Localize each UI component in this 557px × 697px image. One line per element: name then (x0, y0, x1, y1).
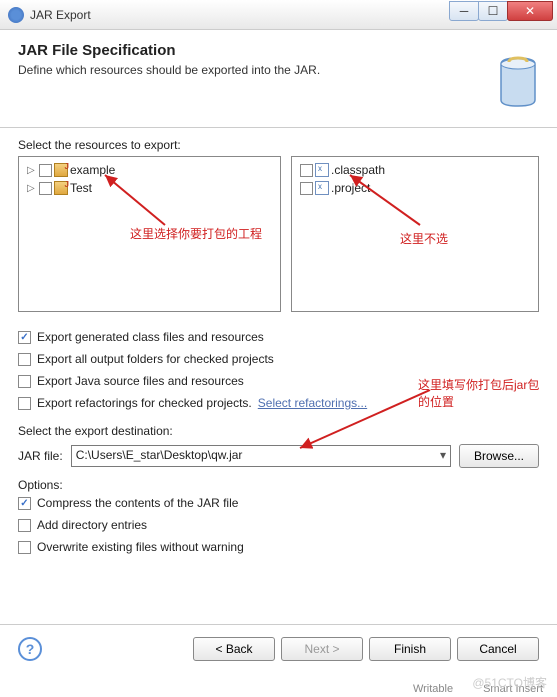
titlebar: JAR Export ─ ☐ ✕ (0, 0, 557, 30)
expand-icon[interactable]: ▷ (27, 165, 37, 176)
checkbox[interactable] (18, 375, 31, 388)
file-icon (315, 163, 329, 177)
export-opt-label: Export generated class files and resourc… (37, 330, 264, 344)
jar-file-input[interactable]: C:\Users\E_star\Desktop\qw.jar (71, 445, 451, 467)
list-item: .classpath (294, 161, 536, 179)
watermark: @51CTO博客 (472, 674, 547, 691)
checkbox[interactable] (18, 353, 31, 366)
header-panel: JAR File Specification Define which reso… (0, 30, 557, 128)
browse-button[interactable]: Browse... (459, 444, 539, 468)
checkbox[interactable] (39, 164, 52, 177)
expand-icon[interactable]: ▷ (27, 183, 37, 194)
checkbox[interactable] (18, 497, 31, 510)
tree-item: ▷ example (21, 161, 278, 179)
export-opt-label: Export refactorings for checked projects… (37, 396, 252, 410)
compress-opt-label: Compress the contents of the JAR file (37, 496, 238, 510)
file-icon (315, 181, 329, 195)
minimize-button[interactable]: ─ (449, 1, 479, 21)
checkbox[interactable] (18, 331, 31, 344)
project-icon (54, 181, 68, 195)
tree-label[interactable]: example (70, 163, 115, 177)
window-title: JAR Export (30, 8, 450, 22)
select-refactorings-link[interactable]: Select refactorings... (258, 396, 367, 410)
file-label[interactable]: .project (331, 181, 370, 195)
list-item: .project (294, 179, 536, 197)
export-opt-label: Export all output folders for checked pr… (37, 352, 274, 366)
checkbox[interactable] (18, 541, 31, 554)
checkbox[interactable] (18, 519, 31, 532)
header-title: JAR File Specification (18, 42, 539, 59)
project-icon (54, 163, 68, 177)
resource-tree[interactable]: ▷ example ▷ Test (18, 156, 281, 312)
cancel-button[interactable]: Cancel (457, 637, 539, 661)
finish-button[interactable]: Finish (369, 637, 451, 661)
jar-icon (495, 54, 541, 108)
tree-label[interactable]: Test (70, 181, 92, 195)
app-icon (8, 7, 24, 23)
select-dest-label: Select the export destination: (18, 424, 539, 438)
back-button[interactable]: < Back (193, 637, 275, 661)
checkbox[interactable] (300, 164, 313, 177)
export-opt-label: Export Java source files and resources (37, 374, 244, 388)
header-desc: Define which resources should be exporte… (18, 63, 539, 77)
tree-item: ▷ Test (21, 179, 278, 197)
help-icon[interactable]: ? (18, 637, 42, 661)
file-list[interactable]: .classpath .project (291, 156, 539, 312)
footer: ? < Back Next > Finish Cancel (0, 624, 557, 673)
checkbox[interactable] (39, 182, 52, 195)
checkbox[interactable] (300, 182, 313, 195)
select-resources-label: Select the resources to export: (18, 138, 539, 152)
jar-file-label: JAR file: (18, 449, 63, 463)
next-button[interactable]: Next > (281, 637, 363, 661)
checkbox[interactable] (18, 397, 31, 410)
compress-opt-label: Add directory entries (37, 518, 147, 532)
maximize-button[interactable]: ☐ (478, 1, 508, 21)
close-button[interactable]: ✕ (507, 1, 553, 21)
file-label[interactable]: .classpath (331, 163, 385, 177)
options-label: Options: (18, 478, 539, 492)
compress-opt-label: Overwrite existing files without warning (37, 540, 244, 554)
